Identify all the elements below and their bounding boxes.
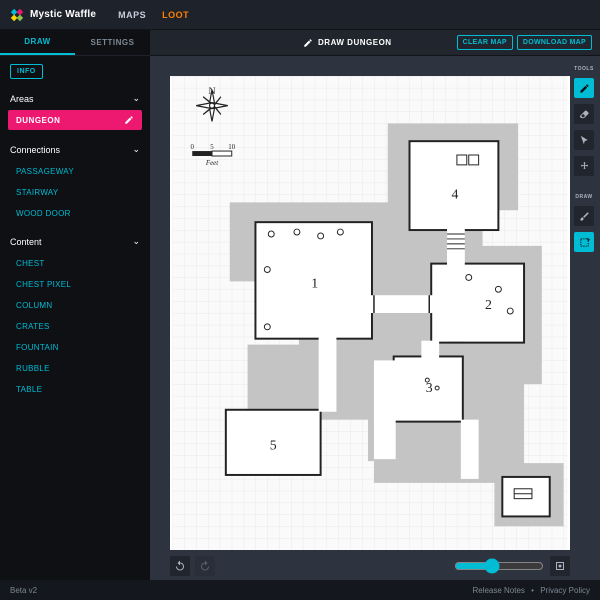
section-areas[interactable]: Areas ⌄ [0,87,150,110]
tool-move[interactable] [574,156,594,176]
undo-button[interactable] [170,556,190,576]
area-dungeon-label: DUNGEON [16,116,60,125]
info-button[interactable]: INFO [10,64,43,79]
privacy-link[interactable]: Privacy Policy [540,586,590,595]
zoom-slider[interactable] [454,558,544,574]
areas-title: Areas [10,94,34,104]
bottom-bar [170,556,570,576]
chevron-down-icon: ⌄ [132,144,140,155]
chevron-down-icon: ⌄ [132,236,140,247]
mode-indicator: DRAW DUNGEON [303,38,392,48]
mode-label: DRAW DUNGEON [318,38,392,47]
fit-icon [554,560,566,572]
undo-icon [174,560,186,572]
room-label-4: 4 [451,186,458,201]
brush-icon [579,211,590,222]
svg-text:5: 5 [210,144,214,151]
nav-loot[interactable]: LOOT [154,0,197,30]
item-fountain[interactable]: FOUNTAIN [6,337,144,358]
top-nav: Mystic Waffle MAPS LOOT [0,0,600,30]
zoom-fit-button[interactable] [550,556,570,576]
logo-icon [10,8,24,22]
canvas-header: DRAW DUNGEON CLEAR MAP DOWNLOAD MAP [150,30,600,56]
item-chest[interactable]: CHEST [6,253,144,274]
zoom-control [454,556,570,576]
tool-select[interactable] [574,130,594,150]
sidebar: DRAW SETTINGS INFO Areas ⌄ DUNGEON Conne… [0,30,150,580]
item-crates[interactable]: CRATES [6,316,144,337]
content-title: Content [10,237,42,247]
room-label-1: 1 [311,275,318,290]
pencil-icon [579,83,590,94]
item-chest-pixel[interactable]: CHEST PIXEL [6,274,144,295]
canvas-body: 1 2 3 4 5 N [150,56,600,580]
dungeon-map[interactable]: 1 2 3 4 5 N [170,76,570,550]
tool-brush[interactable] [574,206,594,226]
connections-items: PASSAGEWAY STAIRWAY WOOD DOOR [0,161,150,230]
tool-pencil[interactable] [574,78,594,98]
item-stairway[interactable]: STAIRWAY [6,182,144,203]
footer: Beta v2 Release Notes • Privacy Policy [0,580,600,600]
svg-text:10: 10 [228,144,235,151]
section-connections[interactable]: Connections ⌄ [0,138,150,161]
map-svg: 1 2 3 4 5 N [170,76,570,550]
item-passageway[interactable]: PASSAGEWAY [6,161,144,182]
app-name: Mystic Waffle [30,9,96,20]
version-label: Beta v2 [10,586,37,595]
content-items: CHEST CHEST PIXEL COLUMN CRATES FOUNTAIN… [0,253,150,406]
item-wood-door[interactable]: WOOD DOOR [6,203,144,224]
clear-map-button[interactable]: CLEAR MAP [457,35,513,50]
tab-draw[interactable]: DRAW [0,30,75,55]
pencil-icon [124,115,134,125]
svg-text:0: 0 [191,144,195,151]
svg-text:Feet: Feet [205,160,219,167]
tool-rect[interactable] [574,232,594,252]
room-label-5: 5 [270,437,277,452]
canvas-area: DRAW DUNGEON CLEAR MAP DOWNLOAD MAP [150,30,600,580]
download-map-button[interactable]: DOWNLOAD MAP [517,35,592,50]
draw-label: DRAW [574,194,594,200]
redo-icon [199,560,211,572]
section-content[interactable]: Content ⌄ [0,230,150,253]
tab-settings[interactable]: SETTINGS [75,30,150,55]
pencil-icon [303,38,313,48]
cursor-icon [579,135,590,146]
release-notes-link[interactable]: Release Notes [472,586,524,595]
tools-label: TOOLS [574,66,594,72]
item-column[interactable]: COLUMN [6,295,144,316]
room-label-3: 3 [426,380,433,395]
tool-eraser[interactable] [574,104,594,124]
item-rubble[interactable]: RUBBLE [6,358,144,379]
move-icon [579,161,590,172]
app-logo[interactable]: Mystic Waffle [10,8,96,22]
eraser-icon [579,109,590,120]
item-table[interactable]: TABLE [6,379,144,400]
sidebar-tabs: DRAW SETTINGS [0,30,150,56]
redo-button[interactable] [195,556,215,576]
rect-dashed-icon [579,237,590,248]
area-dungeon-active[interactable]: DUNGEON [8,110,142,130]
nav-maps[interactable]: MAPS [110,0,154,30]
room-label-2: 2 [485,297,492,312]
connections-title: Connections [10,145,60,155]
toolbox: TOOLS DRAW [574,66,594,252]
chevron-down-icon: ⌄ [132,93,140,104]
